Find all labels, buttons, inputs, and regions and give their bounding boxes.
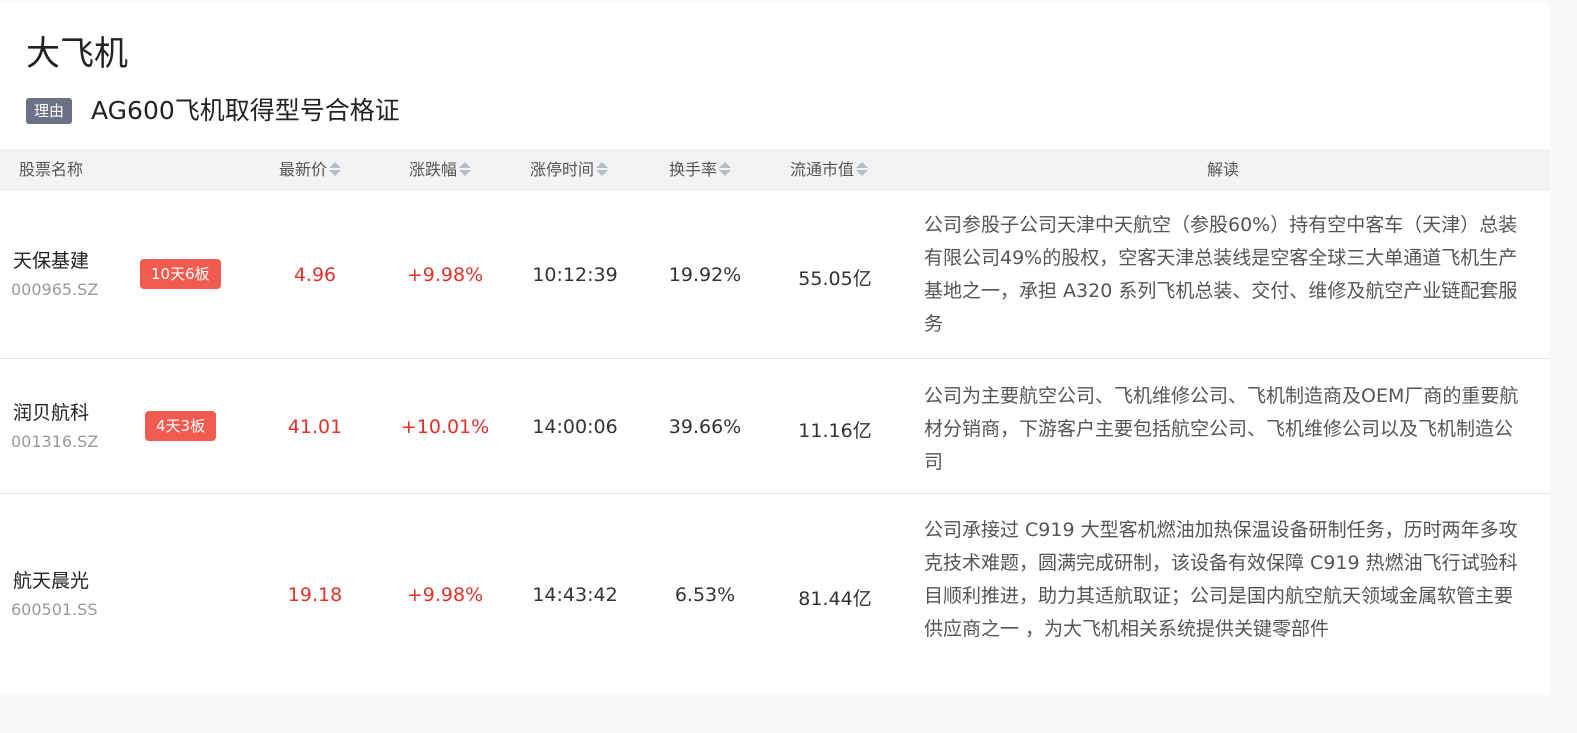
stock-name[interactable]: 润贝航科 [13, 398, 89, 425]
interpretation: 公司为主要航空公司、飞机维修公司、飞机制造商及OEM厂商的重要航材分销商，下游客… [924, 385, 1519, 473]
table-row[interactable]: 天保基建 000965.SZ 10天6板 4.96 +9.98% 10:12:3… [0, 191, 1550, 359]
market-cap: 55.05亿 [798, 268, 872, 290]
market-cap: 81.44亿 [798, 588, 872, 610]
table-row[interactable]: 润贝航科 001316.SZ 4天3板 41.01 +10.01% 14:00:… [0, 359, 1550, 494]
reason-tag: 理由 [26, 98, 73, 124]
header-stock-name: 股票名称 [19, 160, 84, 179]
table-header: 股票名称 最新价 涨跌幅 涨停时间 换手率 流通市值 解读 [0, 149, 1550, 191]
sort-icon[interactable] [596, 161, 609, 177]
change-pct: +9.98% [406, 264, 484, 286]
header-price[interactable]: 最新价 [279, 149, 342, 191]
price: 19.18 [287, 584, 343, 606]
price: 4.96 [293, 264, 337, 286]
interpretation: 公司承接过 C919 大型客机燃油加热保温设备研制任务，历时两年多攻克技术难题，… [924, 519, 1518, 640]
sort-icon[interactable] [329, 161, 342, 177]
page-title: 大飞机 [26, 34, 128, 74]
concept-panel: 大飞机 理由 AG600飞机取得型号合格证 股票名称 最新价 涨跌幅 涨停时间 … [0, 4, 1550, 693]
sort-icon[interactable] [719, 161, 732, 177]
reason-text: AG600飞机取得型号合格证 [91, 96, 400, 125]
turnover: 39.66% [668, 416, 742, 438]
limit-badge: 10天6板 [140, 259, 221, 289]
header-turnover[interactable]: 换手率 [669, 149, 732, 191]
limit-badge: 4天3板 [145, 411, 217, 441]
sort-icon[interactable] [856, 161, 869, 177]
stock-name[interactable]: 天保基建 [13, 246, 89, 273]
interpretation: 公司参股子公司天津中天航空（参股60%）持有空中客车（天津）总装有限公司49%的… [924, 214, 1518, 335]
change-pct: +9.98% [406, 584, 484, 606]
limit-time: 10:12:39 [532, 264, 618, 286]
sort-icon[interactable] [459, 161, 472, 177]
table-row[interactable]: 航天晨光 600501.SS 19.18 +9.98% 14:43:42 6.5… [0, 494, 1550, 693]
market-cap: 11.16亿 [798, 420, 872, 442]
stock-code: 600501.SS [11, 600, 98, 619]
header-market-cap[interactable]: 流通市值 [790, 149, 869, 191]
price: 41.01 [287, 416, 343, 438]
stock-name[interactable]: 航天晨光 [13, 566, 89, 593]
stock-code: 001316.SZ [11, 432, 99, 451]
header-change[interactable]: 涨跌幅 [409, 149, 472, 191]
turnover: 19.92% [668, 264, 742, 286]
change-pct: +10.01% [400, 416, 490, 438]
limit-time: 14:43:42 [532, 584, 618, 606]
header-limit-time[interactable]: 涨停时间 [530, 149, 609, 191]
stock-code: 000965.SZ [11, 280, 99, 299]
header-interpretation: 解读 [1207, 160, 1240, 179]
reason-row: 理由 AG600飞机取得型号合格证 [26, 94, 400, 128]
turnover: 6.53% [674, 584, 736, 606]
limit-time: 14:00:06 [532, 416, 618, 438]
